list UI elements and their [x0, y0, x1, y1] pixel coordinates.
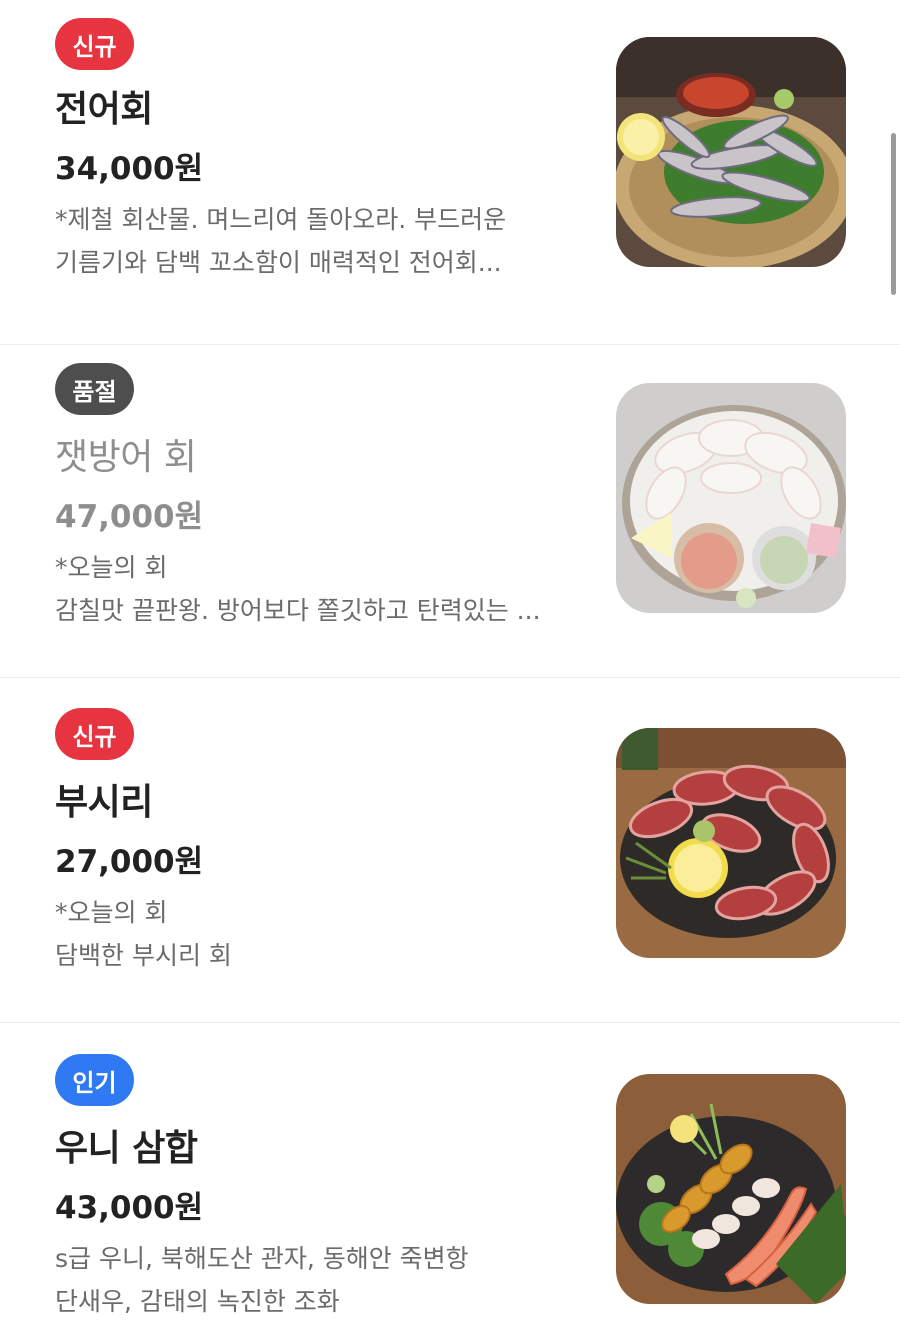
- menu-item-description: *오늘의 회 감칠맛 끝판왕. 방어보다 쫄깃하고 탄력있는 ...: [55, 546, 585, 632]
- menu-item-description: *제철 회산물. 며느리여 돌아오라. 부드러운 기름기와 담백 꼬소함이 매력…: [55, 198, 585, 284]
- menu-item-price: 34,000원: [55, 151, 204, 187]
- menu-item-yellowtail[interactable]: 신규 부시리 27,000원 *오늘의 회 담백한 부시리 회: [0, 678, 900, 1023]
- sea-urchin-trio-photo: [616, 1074, 846, 1304]
- menu-item-photo[interactable]: [616, 1074, 846, 1304]
- description-line: 담백한 부시리 회: [55, 941, 232, 970]
- menu-item-amberjack[interactable]: 품절 잿방어 회 47,000원 *오늘의 회 감칠맛 끝판왕. 방어보다 쫄깃…: [0, 333, 900, 678]
- menu-item-price: 43,000원: [55, 1190, 204, 1226]
- menu-item-name: 부시리: [55, 782, 153, 823]
- menu-item-photo[interactable]: [616, 37, 846, 267]
- menu-item-name: 우니 삼합: [55, 1128, 198, 1169]
- menu-item-name: 잿방어 회: [55, 437, 197, 478]
- description-line: *오늘의 회: [55, 553, 168, 582]
- menu-item-price: 47,000원: [55, 499, 204, 535]
- gizzard-shad-sashimi-photo: [616, 37, 846, 267]
- menu-item-jeoneo[interactable]: 신규 전어회 34,000원 *제철 회산물. 며느리여 돌아오라. 부드러운 …: [0, 0, 900, 345]
- description-line: 단새우, 감태의 녹진한 조화: [55, 1287, 340, 1316]
- yellowtail-sashimi-photo: [616, 728, 846, 958]
- amberjack-sashimi-photo: [616, 383, 846, 613]
- badge-new: 신규: [55, 708, 134, 760]
- menu-item-photo[interactable]: [616, 728, 846, 958]
- description-line: 기름기와 담백 꼬소함이 매력적인 전어회...: [55, 248, 502, 277]
- description-line: s급 우니, 북해도산 관자, 동해안 죽변항: [55, 1244, 469, 1273]
- description-line: *제철 회산물. 며느리여 돌아오라. 부드러운: [55, 205, 507, 234]
- menu-item-photo[interactable]: [616, 383, 846, 613]
- description-line: 감칠맛 끝판왕. 방어보다 쫄깃하고 탄력있는 ...: [55, 596, 541, 625]
- menu-item-uni-trio[interactable]: 인기 우니 삼합 43,000원 s급 우니, 북해도산 관자, 동해안 죽변항…: [0, 1024, 900, 1342]
- badge-new: 신규: [55, 18, 134, 70]
- description-line: *오늘의 회: [55, 898, 168, 927]
- menu-item-price: 27,000원: [55, 844, 204, 880]
- menu-item-name: 전어회: [55, 89, 153, 130]
- badge-sold-out: 품절: [55, 363, 134, 415]
- menu-item-description: *오늘의 회 담백한 부시리 회: [55, 891, 585, 977]
- menu-item-description: s급 우니, 북해도산 관자, 동해안 죽변항 단새우, 감태의 녹진한 조화: [55, 1237, 585, 1323]
- badge-popular: 인기: [55, 1054, 134, 1106]
- scrollbar[interactable]: [891, 133, 896, 295]
